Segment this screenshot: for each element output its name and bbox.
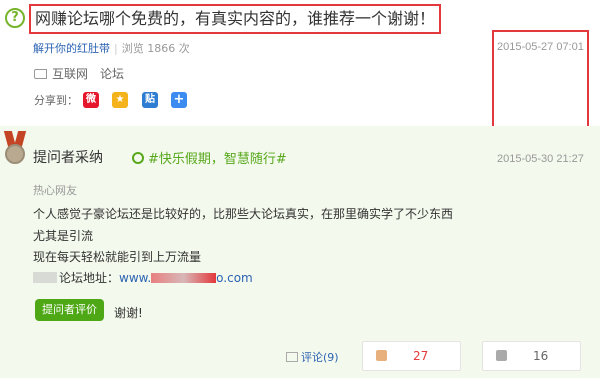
question-meta: 解开你的红肚带 | 浏览 1866 次 xyxy=(33,40,190,56)
more-share-icon[interactable]: + xyxy=(171,92,187,108)
downvote-button[interactable]: 16 xyxy=(482,341,581,371)
question-title: 网赚论坛哪个免费的，有真实内容的，谁推荐一个谢谢！ xyxy=(29,4,441,34)
view-count: 浏览 1866 次 xyxy=(121,42,190,55)
upvote-button[interactable]: 27 xyxy=(362,341,461,371)
tieba-icon[interactable]: 贴 xyxy=(142,92,158,108)
answer-line: 个人感觉子豪论坛还是比较好的，比那些大论坛真实，在那里确实学了不少东西 xyxy=(33,207,454,221)
comment-icon xyxy=(286,352,298,362)
forum-address-line: 论坛地址：www. o.com xyxy=(33,269,253,286)
answer-date: 2015-05-30 21:27 xyxy=(497,153,584,165)
meta-divider: | xyxy=(114,42,118,55)
tag-item[interactable]: 互联网 xyxy=(52,67,88,81)
comment-link[interactable]: 评论(9) xyxy=(286,349,339,365)
asker-evaluation-button[interactable]: 提问者评价 xyxy=(35,299,104,321)
thumbs-up-icon xyxy=(376,350,387,361)
answer-title: 提问者采纳 xyxy=(33,150,103,166)
medal-icon xyxy=(3,131,27,168)
answer-line: 现在每天轻松就能引到上万流量 xyxy=(33,250,202,264)
evaluation-text: 谢谢! xyxy=(114,306,143,320)
redacted-text xyxy=(33,272,57,283)
thumbs-down-icon xyxy=(496,350,507,361)
answer-source: 热心网友 xyxy=(33,184,77,197)
redacted-link xyxy=(151,272,217,283)
downvote-count: 16 xyxy=(533,349,549,363)
qzone-icon[interactable]: ★ xyxy=(112,92,128,108)
tag-icon xyxy=(34,68,47,79)
promo-link[interactable]: #快乐假期，智慧随行# xyxy=(132,148,287,167)
share-label: 分享到： xyxy=(34,94,78,107)
weibo-icon[interactable]: 微 xyxy=(83,92,99,108)
tag-item[interactable]: 论坛 xyxy=(100,67,124,81)
upvote-count: 27 xyxy=(413,349,429,363)
asker-username[interactable]: 解开你的红肚带 xyxy=(33,42,110,55)
question-icon: ? xyxy=(5,8,25,28)
accepted-answer: 提问者采纳 #快乐假期，智慧随行# 2015-05-30 21:27 热心网友 … xyxy=(0,126,600,378)
forum-link[interactable]: www. o.com xyxy=(119,271,253,285)
tag-list: 互联网 论坛 xyxy=(34,65,136,82)
badge-icon xyxy=(132,151,144,164)
answer-line: 尤其是引流 xyxy=(33,229,94,243)
question-date: 2015-05-27 07:01 xyxy=(497,41,584,53)
